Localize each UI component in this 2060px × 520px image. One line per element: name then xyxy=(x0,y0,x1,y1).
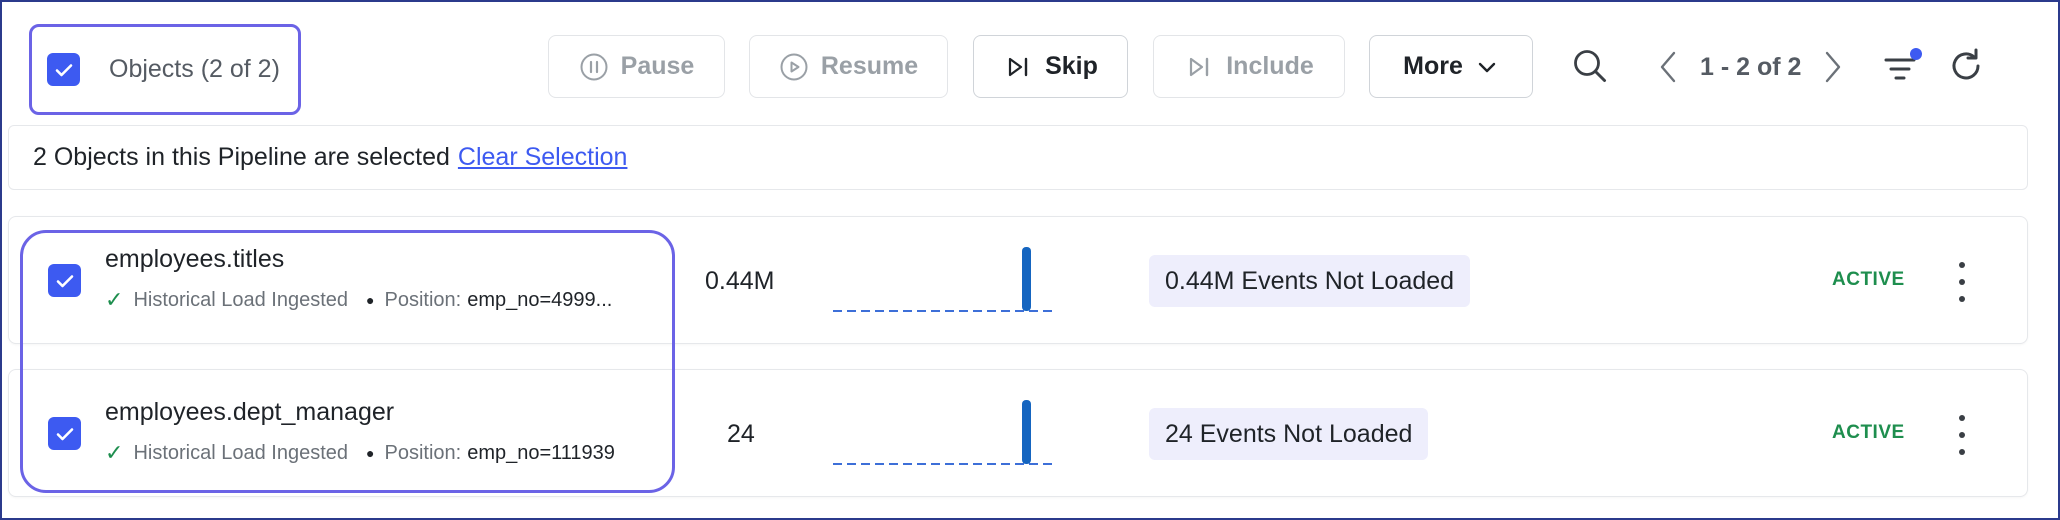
selection-banner-text: 2 Objects in this Pipeline are selected xyxy=(33,143,450,171)
object-name[interactable]: employees.titles xyxy=(105,245,284,274)
more-options-icon[interactable] xyxy=(1952,262,1972,302)
load-status: Historical Load Ingested xyxy=(133,441,349,464)
skip-icon xyxy=(1184,52,1214,82)
pause-circle-icon xyxy=(579,52,609,82)
object-subtitle: ✓ Historical Load Ingested ● Position: e… xyxy=(105,440,615,466)
event-count: 0.44M xyxy=(705,267,775,295)
check-icon: ✓ xyxy=(105,287,124,312)
check-icon: ✓ xyxy=(105,440,124,465)
status-badge: ACTIVE xyxy=(1832,269,1905,290)
checkmark-icon xyxy=(55,63,72,76)
pagination: 1 - 2 of 2 xyxy=(1658,45,1843,89)
selection-banner: 2 Objects in this Pipeline are selected … xyxy=(8,125,2028,190)
toolbar: Objects (2 of 2) Pause Resume Skip Inclu… xyxy=(0,0,2060,124)
status-badge: ACTIVE xyxy=(1832,422,1905,443)
include-label: Include xyxy=(1226,52,1314,80)
position-label: Position: xyxy=(384,441,462,464)
play-circle-icon xyxy=(779,52,809,82)
skip-label: Skip xyxy=(1045,52,1098,80)
checkmark-icon xyxy=(56,427,73,440)
events-not-loaded-badge: 24 Events Not Loaded xyxy=(1149,408,1429,460)
skip-icon xyxy=(1003,52,1033,82)
object-subtitle: ✓ Historical Load Ingested ● Position: e… xyxy=(105,287,612,313)
events-not-loaded-badge: 0.44M Events Not Loaded xyxy=(1149,255,1471,307)
chevron-right-icon[interactable] xyxy=(1823,50,1843,84)
refresh-icon[interactable] xyxy=(1945,45,1987,87)
object-row[interactable]: employees.titles ✓ Historical Load Inges… xyxy=(8,216,2028,344)
separator-dot: ● xyxy=(366,445,375,461)
event-sparkline xyxy=(833,400,1053,465)
pause-button[interactable]: Pause xyxy=(548,35,725,98)
object-row[interactable]: employees.dept_manager ✓ Historical Load… xyxy=(8,369,2028,497)
chevron-left-icon[interactable] xyxy=(1658,50,1678,84)
position-value: emp_no=111939 xyxy=(467,441,615,464)
resume-label: Resume xyxy=(820,52,919,80)
filter-icon[interactable] xyxy=(1882,46,1924,86)
checkmark-icon xyxy=(56,274,73,287)
clear-selection-link[interactable]: Clear Selection xyxy=(458,143,628,172)
select-all-label: Objects (2 of 2) xyxy=(109,55,280,83)
position-label: Position: xyxy=(384,288,462,311)
more-button[interactable]: More xyxy=(1369,35,1533,98)
more-label: More xyxy=(1403,52,1463,80)
select-all-control[interactable]: Objects (2 of 2) xyxy=(29,24,301,115)
row-checkbox[interactable] xyxy=(48,417,81,450)
row-checkbox[interactable] xyxy=(48,264,81,297)
include-button[interactable]: Include xyxy=(1153,35,1345,98)
select-all-checkbox[interactable] xyxy=(47,53,80,86)
event-count: 24 xyxy=(727,420,755,448)
pause-label: Pause xyxy=(620,52,695,80)
more-options-icon[interactable] xyxy=(1952,415,1972,455)
event-sparkline xyxy=(833,247,1053,312)
chevron-down-icon xyxy=(1475,55,1499,79)
skip-button[interactable]: Skip xyxy=(973,35,1128,98)
object-name[interactable]: employees.dept_manager xyxy=(105,398,394,427)
position-value: emp_no=4999... xyxy=(467,288,613,311)
resume-button[interactable]: Resume xyxy=(749,35,948,98)
load-status: Historical Load Ingested xyxy=(133,288,349,311)
search-icon[interactable] xyxy=(1570,44,1610,88)
separator-dot: ● xyxy=(366,292,375,308)
pager-text: 1 - 2 of 2 xyxy=(1700,52,1802,81)
